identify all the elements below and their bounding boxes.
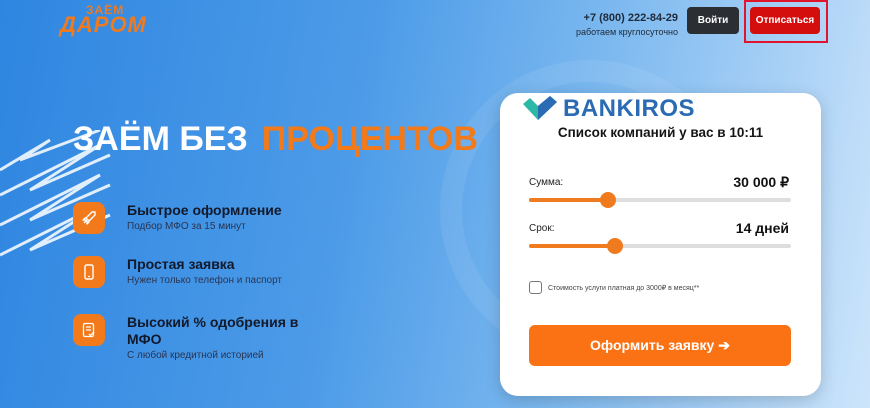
hero-title: ЗАЁМ БЕЗ ПРОЦЕНТОВ [73,120,478,159]
hero-title-orange: ПРОЦЕНТОВ [261,120,478,158]
term-value: 14 дней [735,220,789,236]
term-slider-thumb[interactable] [607,238,624,254]
site-logo[interactable]: ЗАЁМ ДАРОМ [60,4,147,36]
hero-title-white: ЗАЁМ БЕЗ [73,120,248,158]
card-subtitle: Список компаний у вас в 10:11 [557,125,764,140]
feature-subtitle: Подбор МФО за 15 минут [127,221,246,232]
consent-checkbox[interactable] [529,281,542,294]
login-button[interactable]: Войти [687,7,739,34]
feature-title: Высокий % одобрения в МФО [127,314,299,347]
loan-form-card: BANKIROS Список компаний у вас в 10:11 С… [500,93,821,396]
contact-block: +7 (800) 222-84-29 работаем круглосуточн… [576,12,678,37]
logo-main-text: ДАРОМ [60,12,147,37]
term-slider-fill [529,244,616,248]
brand-name: BANKIROS [563,95,696,122]
feature-subtitle: Нужен только телефон и паспорт [127,275,282,286]
feature-item: Простая заявка Нужен только телефон и па… [73,256,282,288]
term-slider[interactable] [529,238,791,254]
amount-slider-thumb[interactable] [599,192,616,208]
phone-number[interactable]: +7 (800) 222-84-29 [576,12,678,24]
feature-title: Простая заявка [127,256,235,272]
bankiros-logo: BANKIROS [523,95,695,123]
rocket-icon [73,202,105,234]
feature-title: Быстрое оформление [127,202,282,218]
phone-icon [73,256,105,288]
feature-subtitle: С любой кредитной историей [127,350,264,361]
working-hours: работаем круглосуточно [576,27,678,37]
document-check-icon [73,314,105,346]
amount-value: 30 000 ₽ [733,174,789,190]
unsubscribe-button[interactable]: Отписаться [750,7,820,34]
feature-item: Высокий % одобрения в МФО С любой кредит… [73,314,317,361]
consent-label: Стоимость услуги платная до 3000₽ в меся… [548,285,700,292]
apply-button[interactable]: Оформить заявку ➔ [529,325,791,366]
amount-slider-fill [529,198,608,202]
amount-slider[interactable] [529,192,791,208]
bankiros-check-icon [523,96,557,120]
term-label: Срок: [529,223,555,234]
feature-item: Быстрое оформление Подбор МФО за 15 мину… [73,202,282,234]
amount-label: Сумма: [529,177,564,188]
